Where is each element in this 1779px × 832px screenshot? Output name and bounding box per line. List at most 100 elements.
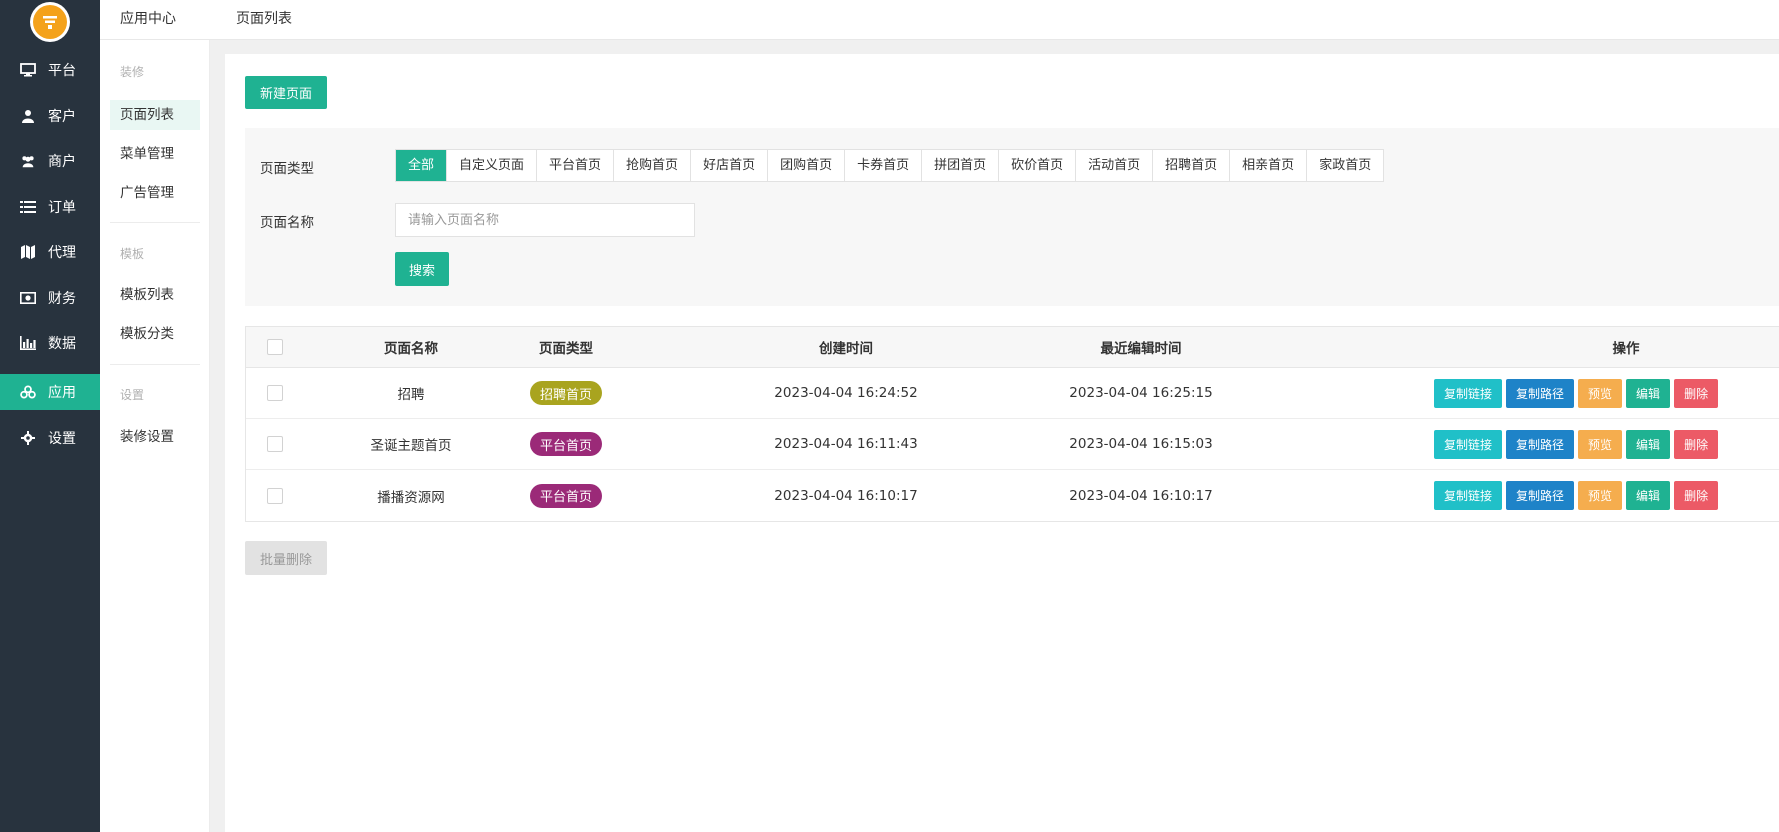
nav-item-0[interactable]: 平台 [0, 52, 100, 88]
page-type-tabs: 全部 自定义页面 平台首页 抢购首页 好店首页 团购首页 卡券首页 拼团首页 砍价首页 活动首页招… [395, 149, 1385, 182]
col-actions: 操作 [1612, 341, 1640, 357]
submenu-item[interactable]: 广告管理 [110, 178, 200, 208]
tab-page-type[interactable]: 拼团首页 [922, 150, 1000, 181]
tab-page-type[interactable]: 自定义页面 [447, 150, 538, 181]
logo[interactable] [30, 2, 70, 42]
tab-page-type[interactable]: 卡券首页 [845, 150, 923, 181]
top-bar: 应用中心 页面列表 [100, 0, 1779, 40]
col-page-name: 页面名称 [384, 341, 438, 357]
tab-page-type[interactable]: 活动首页 [1076, 150, 1154, 181]
nav-item-1[interactable]: 客户 [0, 98, 100, 134]
page-name-label: 页面名称 [260, 215, 314, 231]
search-button[interactable]: 搜索 [395, 252, 449, 286]
edit-button[interactable]: 编辑 [1626, 429, 1671, 459]
cell-edited-time: 2023-04-04 16:10:17 [1069, 487, 1213, 504]
submenu-group-title: 装修 [120, 65, 145, 79]
page-name-input[interactable] [395, 203, 695, 237]
nav-item-label: 应用 [48, 385, 76, 401]
nav-item-6[interactable]: 数据 [0, 325, 100, 361]
delete-button[interactable]: 删除 [1674, 378, 1719, 408]
preview-button[interactable]: 预览 [1578, 378, 1623, 408]
delete-button[interactable]: 删除 [1674, 429, 1719, 459]
tab-page-type[interactable]: 团购首页 [768, 150, 846, 181]
submenu-item[interactable]: 菜单管理 [110, 139, 200, 169]
nav-item-label: 代理 [48, 245, 76, 261]
copy-link-button[interactable]: 复制链接 [1434, 429, 1503, 459]
batch-delete-button[interactable]: 批量删除 [245, 541, 327, 575]
submenu-item[interactable]: 模板分类 [110, 319, 200, 349]
copy-path-button[interactable]: 复制路径 [1506, 429, 1575, 459]
cell-created-time: 2023-04-04 16:10:17 [774, 487, 918, 504]
copy-path-button[interactable]: 复制路径 [1506, 481, 1575, 510]
submenu-group-title: 模板 [120, 247, 145, 261]
cell-edited-time: 2023-04-04 16:15:03 [1069, 436, 1213, 452]
tab-page-type[interactable]: 全部 [396, 150, 448, 181]
copy-link-button[interactable]: 复制链接 [1434, 481, 1503, 510]
user-icon [20, 108, 36, 124]
nav-item-2[interactable]: 商户 [0, 143, 100, 179]
tab-page-type[interactable]: 砍价首页 [999, 150, 1077, 181]
gear-icon [20, 430, 36, 446]
table-row: 招聘 招聘首页 2023-04-04 16:24:52 2023-04-04 16:2… [246, 368, 1779, 419]
row-actions: 复制链接 复制路径 预览 编辑 删除 [1434, 368, 1719, 418]
nav-item-5[interactable]: 财务 [0, 280, 100, 316]
submenu-item[interactable]: 模板列表 [110, 280, 200, 310]
money-icon [20, 290, 36, 306]
page-type-badge: 平台首页 [529, 483, 602, 508]
table-header: 页面名称 页面类型 创建时间 最近编辑时间 操作 [246, 327, 1779, 368]
submenu-divider [110, 364, 200, 365]
copy-link-button[interactable]: 复制链接 [1434, 378, 1503, 408]
table-row: 圣诞主题首页 平台首页 2023-04-04 16:11:43 2023-04-04 … [246, 419, 1779, 470]
row-checkbox[interactable] [267, 487, 283, 504]
row-checkbox[interactable] [267, 436, 283, 452]
row-actions: 复制链接 复制路径 预览 编辑 删除 [1434, 419, 1719, 469]
page-type-badge: 平台首页 [529, 432, 602, 456]
submenu-divider [110, 222, 200, 223]
breadcrumb-app-center[interactable]: 应用中心 [120, 8, 176, 28]
pages-table: 页面名称 页面类型 创建时间 最近编辑时间 操作 招聘 招聘首页 2023-04-0… [245, 326, 1779, 522]
nav-item-label: 客户 [48, 109, 76, 125]
nav-item-label: 设置 [48, 431, 76, 447]
bar-chart-icon [20, 335, 36, 351]
monitor-icon [20, 62, 36, 78]
tab-page-type[interactable]: 家政首页 [1307, 150, 1383, 181]
col-created-time: 创建时间 [819, 341, 873, 357]
nav-item-3[interactable]: 订单 [0, 189, 100, 225]
nav-item-label: 平台 [48, 63, 76, 79]
tab-page-type[interactable]: 平台首页 [537, 150, 615, 181]
col-edited-time: 最近编辑时间 [1100, 341, 1182, 357]
breadcrumb-page-list[interactable]: 页面列表 [236, 8, 292, 28]
cell-page-name: 播播资源网 [377, 489, 445, 506]
new-page-button[interactable]: 新建页面 [245, 76, 327, 109]
preview-button[interactable]: 预览 [1578, 481, 1623, 510]
cell-edited-time: 2023-04-04 16:25:15 [1069, 385, 1213, 401]
cell-page-name: 招聘 [397, 387, 425, 403]
cubes-icon [20, 384, 36, 400]
submenu-item[interactable]: 装修设置 [110, 422, 200, 452]
select-all-checkbox[interactable] [267, 339, 283, 355]
nav-item-label: 商户 [48, 154, 76, 170]
delete-button[interactable]: 删除 [1674, 481, 1719, 510]
edit-button[interactable]: 编辑 [1626, 378, 1671, 408]
tab-page-type[interactable]: 招聘首页 [1153, 150, 1231, 181]
nav-item-label: 订单 [48, 200, 76, 216]
cell-page-name: 圣诞主题首页 [370, 438, 452, 454]
row-checkbox[interactable] [267, 385, 283, 401]
copy-path-button[interactable]: 复制路径 [1506, 378, 1575, 408]
tab-page-type[interactable]: 抢购首页 [614, 150, 692, 181]
tab-page-type[interactable]: 相亲首页 [1230, 150, 1308, 181]
page-type-label: 页面类型 [260, 161, 314, 177]
nav-item-4[interactable]: 代理 [0, 234, 100, 270]
edit-button[interactable]: 编辑 [1626, 481, 1671, 510]
preview-button[interactable]: 预览 [1578, 429, 1623, 459]
tab-page-type[interactable]: 好店首页 [691, 150, 769, 181]
map-icon [20, 244, 36, 260]
nav-item-label: 财务 [48, 291, 76, 307]
funnel-logo-icon [43, 16, 57, 29]
submenu-item[interactable]: 页面列表 [110, 100, 200, 130]
nav-item-8[interactable]: 设置 [0, 420, 100, 456]
cell-created-time: 2023-04-04 16:11:43 [774, 436, 918, 452]
nav-item-7[interactable]: 应用 [0, 374, 100, 410]
row-actions: 复制链接 复制路径 预览 编辑 删除 [1434, 470, 1719, 521]
submenu-group-title: 设置 [120, 388, 145, 402]
